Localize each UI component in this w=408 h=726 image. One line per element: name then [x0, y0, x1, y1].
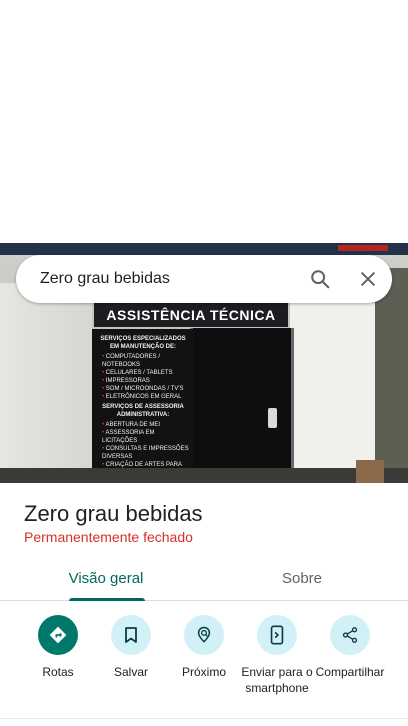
send-to-phone-icon [257, 615, 297, 655]
save-label: Salvar [113, 665, 148, 679]
poster-item: IMPRESSORAS [96, 377, 190, 385]
tab-active-indicator [69, 598, 145, 601]
directions-button[interactable]: Rotas [16, 613, 100, 680]
tab-about-label: Sobre [281, 569, 323, 587]
search-icon[interactable] [296, 255, 344, 303]
photo-wall-right [290, 303, 375, 483]
share-button[interactable]: Compartilhar [308, 613, 392, 680]
photo-door [190, 328, 294, 483]
tab-overview-label: Visão geral [68, 569, 144, 587]
photo-ground [0, 468, 408, 483]
directions-label: Rotas [42, 665, 74, 679]
place-status: Permanentemente fechado [24, 529, 193, 545]
photo-door-handle [268, 408, 277, 428]
photo-roof-stripe [338, 245, 388, 251]
poster-item: CONSULTAS E IMPRESSÕES DIVERSAS [96, 445, 190, 461]
bookmark-icon [111, 615, 151, 655]
poster-item: CELULARES / TABLETS [96, 369, 190, 377]
nearby-button[interactable]: Próximo [162, 613, 246, 680]
store-sign: ASSISTÊNCIA TÉCNICA [94, 303, 288, 327]
nearby-icon [184, 615, 224, 655]
tab-overview[interactable]: Visão geral [36, 556, 176, 601]
map-blank-area [0, 0, 408, 243]
photo-crate [356, 460, 384, 483]
poster-heading: SERVIÇOS ESPECIALIZADOS EM MANUTENÇÃO DE… [100, 336, 186, 350]
search-query[interactable]: Zero grau bebidas [40, 270, 296, 288]
share-icon [330, 615, 370, 655]
poster-item: SOM / MICROONDAS / TV'S [96, 385, 190, 393]
poster-heading: SERVIÇOS DE ASSESSORIA ADMINISTRATIVA: [102, 404, 184, 418]
poster-item: ASSESSORIA EM LICITAÇÕES [96, 429, 190, 445]
tab-bar: Visão geral Sobre [0, 556, 408, 601]
service-poster: SERVIÇOS ESPECIALIZADOS EM MANUTENÇÃO DE… [92, 329, 194, 483]
nearby-label: Próximo [181, 665, 226, 679]
close-icon[interactable] [344, 255, 392, 303]
bottom-divider [0, 718, 408, 719]
save-button[interactable]: Salvar [89, 613, 173, 680]
photo-wall-left [0, 283, 92, 483]
share-label: Compartilhar [315, 665, 385, 679]
poster-item: ABERTURA DE MEI [96, 421, 190, 429]
poster-item: ELETRÔNICOS EM GERAL [96, 393, 190, 401]
send-to-phone-label: Enviar para o smartphone [241, 665, 313, 695]
search-bar[interactable]: Zero grau bebidas [16, 255, 392, 303]
directions-icon [38, 615, 78, 655]
action-bar: Rotas Salvar Próximo Enviar para o smart… [0, 613, 408, 723]
send-to-phone-button[interactable]: Enviar para o smartphone [235, 613, 319, 696]
place-title: Zero grau bebidas [24, 501, 203, 526]
poster-item: COMPUTADORES / NOTEBOOKS [96, 353, 190, 369]
tab-about[interactable]: Sobre [232, 556, 372, 600]
